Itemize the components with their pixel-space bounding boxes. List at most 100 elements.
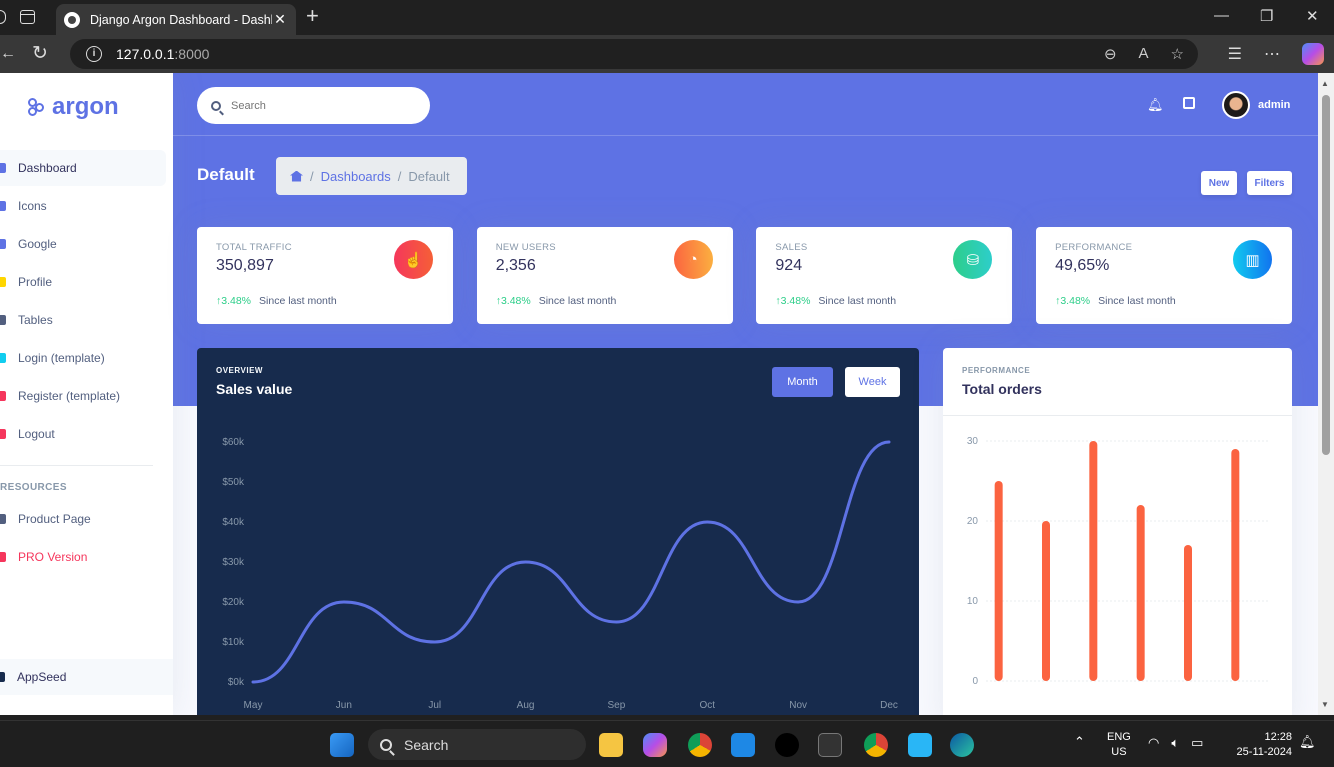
sidebar-item-label: Product Page <box>18 512 91 526</box>
close-tab-icon[interactable]: ✕ <box>272 11 288 28</box>
more-icon[interactable]: ⋯ <box>1264 44 1280 64</box>
battery-icon[interactable]: ▭ <box>1191 735 1203 751</box>
new-button[interactable]: New <box>1201 171 1237 195</box>
bar <box>1089 441 1098 681</box>
breadcrumb-current: Default <box>408 168 450 184</box>
stat-card: NEW USERS 2,356 ◔ ↑3.48% Since last month <box>476 227 733 324</box>
stat-value: 2,356 <box>495 257 536 274</box>
sidebar-item-tables[interactable]: Tables <box>0 302 166 338</box>
notepad-icon[interactable] <box>908 733 932 757</box>
page-scrollbar[interactable]: ▲ ▼ <box>1318 73 1334 715</box>
month-toggle-button[interactable]: Month <box>772 367 833 397</box>
username[interactable]: admin <box>1258 99 1290 111</box>
taskbar-search[interactable]: Search <box>368 729 586 760</box>
stat-since: Since last month <box>538 295 617 307</box>
minimize-button[interactable]: — <box>1214 7 1229 24</box>
chrome-icon[interactable] <box>688 733 712 757</box>
zoom-icon[interactable]: ⊖ <box>1104 45 1117 63</box>
search-input[interactable] <box>231 99 401 112</box>
upwork-icon[interactable] <box>775 733 799 757</box>
wifi-icon[interactable]: ◠ <box>1148 735 1159 751</box>
browser-tab[interactable]: Django Argon Dashboard - Dashb ✕ <box>56 4 296 35</box>
sidebar-item-dashboard[interactable]: Dashboard <box>0 150 166 186</box>
nav-icon <box>0 429 6 439</box>
scrollbar-thumb[interactable] <box>1322 95 1330 455</box>
url-port: :8000 <box>174 46 210 62</box>
home-icon[interactable] <box>290 170 303 182</box>
terminal-icon[interactable] <box>818 733 842 757</box>
avatar[interactable] <box>1222 91 1250 119</box>
new-tab-button[interactable]: + <box>306 4 319 28</box>
stat-title: SALES <box>775 242 808 253</box>
stat-since: Since last month <box>259 295 337 307</box>
notifications-icon[interactable]: 🔔︎ <box>1299 734 1316 750</box>
filters-button[interactable]: Filters <box>1247 171 1292 195</box>
tab-actions-icon[interactable] <box>20 10 35 24</box>
argon-logo-icon <box>28 98 46 116</box>
system-tray[interactable]: ◠ 🔈︎ ▭ <box>1148 735 1203 751</box>
nav-icon <box>0 514 6 524</box>
sidebar-item-label: AppSeed <box>17 670 67 684</box>
bar-chart-icon: ▥ <box>1233 240 1273 279</box>
sidebar-item-appseed[interactable]: AppSeed <box>0 659 173 695</box>
apps-icon[interactable] <box>1183 97 1195 109</box>
maximize-button[interactable]: ❐ <box>1260 7 1273 25</box>
stat-title: TOTAL TRAFFIC <box>216 242 292 253</box>
clock[interactable]: 12:28 25-11-2024 <box>1228 730 1292 760</box>
favorites-icon[interactable]: ☰ <box>1228 44 1242 64</box>
appseed-icon <box>0 672 5 682</box>
nav-icon <box>0 201 6 211</box>
copilot-app-icon[interactable] <box>643 733 667 757</box>
web-page: argon Dashboard Icons Google Profile Tables L… <box>0 73 1318 715</box>
nav-icon <box>0 353 6 363</box>
sidebar-item-logout[interactable]: Logout <box>0 416 166 452</box>
url-field[interactable]: i 127.0.0.1:8000 ⊖ A ☆ <box>70 39 1198 69</box>
chrome-profile-icon[interactable] <box>864 733 888 757</box>
total-orders-card: PERFORMANCE Total orders 0102030JulAugSe… <box>943 348 1292 715</box>
chevron-up-icon[interactable]: ⌃ <box>1074 734 1085 750</box>
file-explorer-icon[interactable] <box>599 733 623 757</box>
nav-icon <box>0 239 6 249</box>
site-info-icon[interactable]: i <box>86 46 102 62</box>
profile-icon[interactable] <box>0 10 6 24</box>
search-icon <box>380 738 392 751</box>
stat-title: NEW USERS <box>495 242 556 253</box>
vscode-icon[interactable] <box>731 733 755 757</box>
taskbar-search-label: Search <box>404 736 449 753</box>
nav-icon <box>0 391 6 401</box>
brand-logo[interactable]: argon <box>28 93 119 121</box>
input-language[interactable]: ENG US <box>1107 730 1131 760</box>
sidebar-item-label: Register (template) <box>18 389 121 403</box>
back-icon[interactable]: ← <box>0 45 16 63</box>
sidebar-item-profile[interactable]: Profile <box>0 264 166 300</box>
stat-change: ↑3.48% <box>775 295 811 307</box>
bar <box>1231 449 1240 681</box>
volume-icon[interactable]: 🔈︎ <box>1171 735 1179 751</box>
read-aloud-icon[interactable]: A <box>1139 45 1149 63</box>
sales-line-chart: $0k $10k $20k $30k $40k $50k $60k May Jun Jul Aug S… <box>222 437 898 711</box>
close-window-button[interactable]: ✕ <box>1306 7 1319 25</box>
sidebar-item-product-page[interactable]: Product Page <box>0 501 166 537</box>
x-tick-label: Dec <box>880 700 898 711</box>
notification-bell-icon[interactable]: 🔔︎ <box>1147 97 1164 113</box>
stat-footer: ↑3.48% Since last month <box>496 295 617 307</box>
y-tick-label: $20k <box>222 597 245 608</box>
sidebar-item-register-template[interactable]: Register (template) <box>0 378 166 414</box>
sidebar-item-icons[interactable]: Icons <box>0 188 166 224</box>
sidebar-item-google[interactable]: Google <box>0 226 166 262</box>
sidebar-item-login-template[interactable]: Login (template) <box>0 340 166 376</box>
tab-title: Django Argon Dashboard - Dashb <box>90 12 272 27</box>
start-icon[interactable] <box>330 733 354 757</box>
reload-icon[interactable]: ↻ <box>32 42 48 65</box>
sidebar-item-label: Tables <box>18 313 53 327</box>
sidebar-item-pro-version[interactable]: PRO Version <box>0 539 166 575</box>
search-box[interactable] <box>197 87 430 124</box>
breadcrumb-dashboards[interactable]: Dashboards <box>321 169 391 184</box>
edge-icon[interactable] <box>950 733 974 757</box>
favorite-star-icon[interactable]: ☆ <box>1171 45 1184 63</box>
stat-card: TOTAL TRAFFIC 350,897 ☝ ↑3.48% Since last mo… <box>197 227 453 324</box>
week-toggle-button[interactable]: Week <box>845 367 900 397</box>
sidebar-item-label: Icons <box>18 199 47 213</box>
copilot-icon[interactable] <box>1302 43 1324 65</box>
url-host: 127.0.0.1 <box>116 46 175 62</box>
